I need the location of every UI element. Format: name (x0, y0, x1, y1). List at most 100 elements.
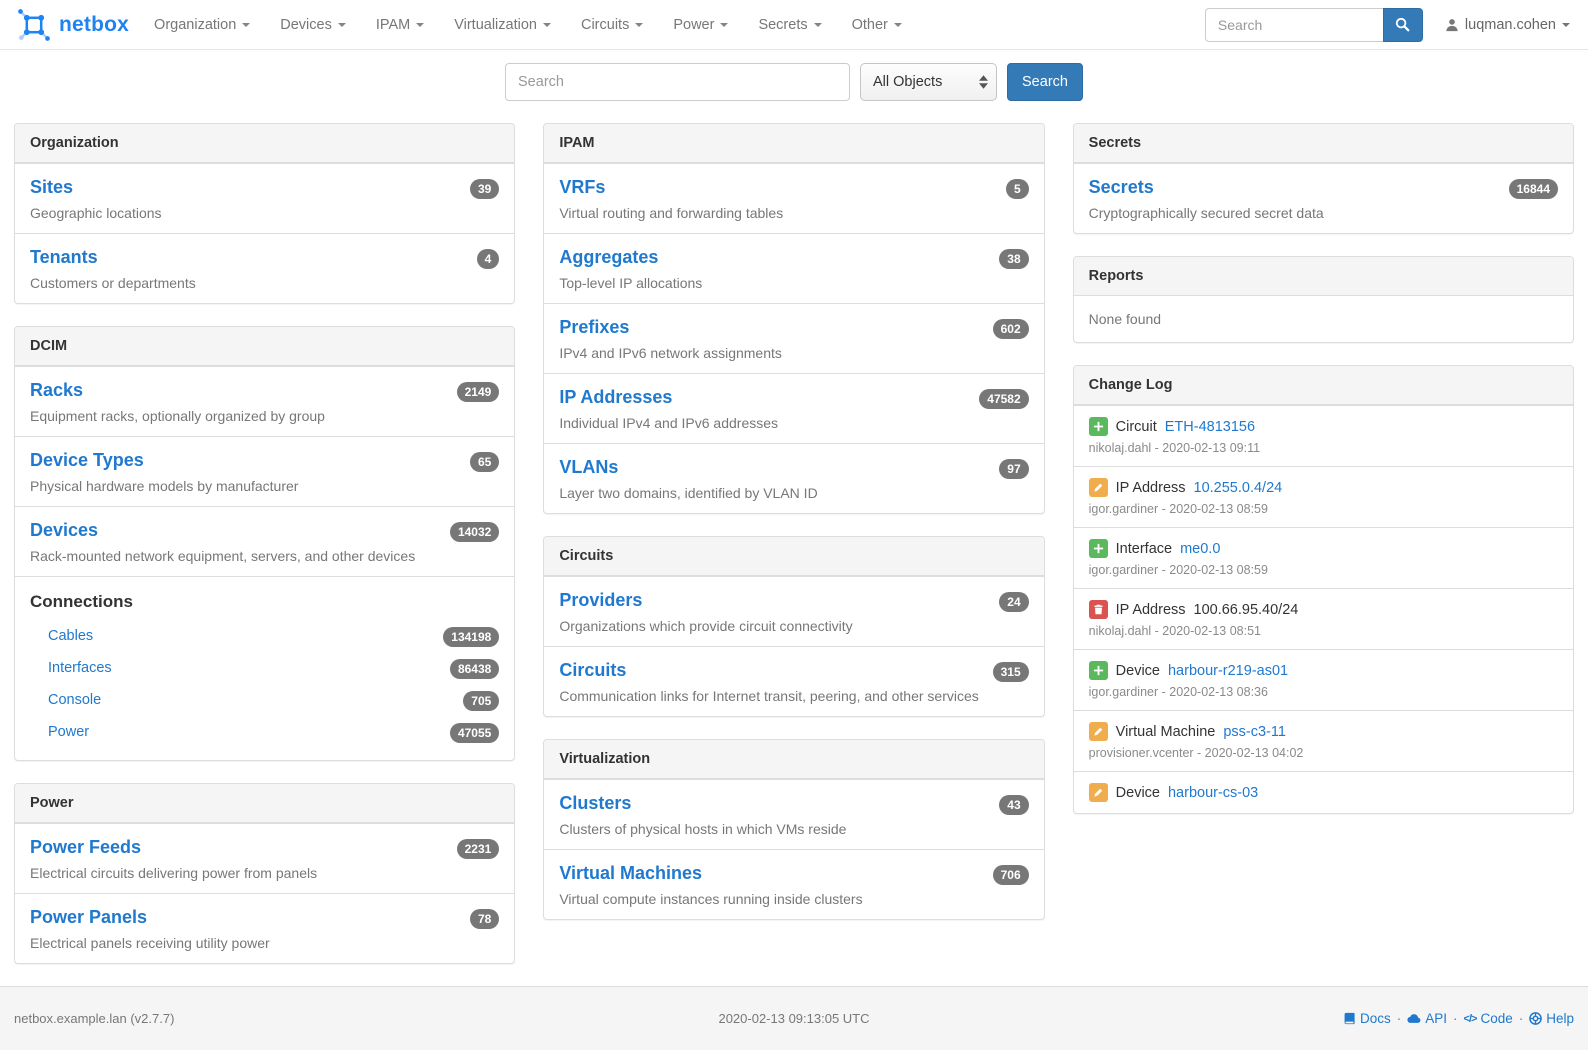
count-badge: 2149 (457, 382, 500, 402)
count-badge: 14032 (450, 522, 499, 542)
object-link[interactable]: ETH-4813156 (1165, 419, 1255, 435)
changelog-entry: IP Address 100.66.95.40/24 nikolaj.dahl … (1074, 588, 1573, 649)
power-feeds-link[interactable]: Power Feeds (30, 837, 141, 859)
virtual-machines-link[interactable]: Virtual Machines (559, 863, 702, 885)
life-ring-icon (1529, 1012, 1542, 1025)
entry-meta: nikolaj.dahl - 2020-02-13 08:51 (1089, 624, 1558, 638)
menu-secrets[interactable]: Secrets (743, 0, 836, 49)
object-link[interactable]: me0.0 (1180, 541, 1220, 557)
menu-organization[interactable]: Organization (139, 0, 265, 49)
pencil-icon (1089, 722, 1108, 741)
count-badge: 97 (999, 459, 1028, 479)
object-link[interactable]: harbour-r219-as01 (1168, 663, 1288, 679)
providers-link[interactable]: Providers (559, 590, 642, 612)
sites-link[interactable]: Sites (30, 177, 73, 199)
list-item-vlans: VLANs 97 Layer two domains, identified b… (544, 443, 1043, 513)
vlans-link[interactable]: VLANs (559, 457, 618, 479)
changelog-entry: Device harbour-r219-as01 igor.gardiner -… (1074, 649, 1573, 710)
item-description: Clusters of physical hosts in which VMs … (559, 821, 1028, 837)
count-badge: 47055 (450, 723, 499, 743)
power-connections-link[interactable]: Power (48, 724, 89, 740)
circuits-link[interactable]: Circuits (559, 660, 626, 682)
navbar-search-form (1205, 8, 1423, 42)
user-menu[interactable]: luqman.cohen (1445, 17, 1576, 33)
docs-link[interactable]: Docs (1343, 1011, 1391, 1026)
panel-title: IPAM (544, 124, 1043, 163)
panel-title: Reports (1074, 257, 1573, 296)
menu-power[interactable]: Power (658, 0, 743, 49)
trash-icon (1089, 600, 1108, 619)
panel-title: Secrets (1074, 124, 1573, 163)
list-item-secrets: Secrets 16844 Cryptographically secured … (1074, 163, 1573, 233)
navbar-search-input[interactable] (1205, 8, 1383, 42)
object-link[interactable]: harbour-cs-03 (1168, 785, 1258, 801)
object-link[interactable]: pss-c3-11 (1223, 724, 1286, 740)
console-link[interactable]: Console (48, 692, 101, 708)
menu-circuits[interactable]: Circuits (566, 0, 658, 49)
item-description: Rack-mounted network equipment, servers,… (30, 548, 499, 564)
panel-secrets: Secrets Secrets 16844 Cryptographically … (1073, 123, 1574, 234)
caret-down-icon (1562, 23, 1570, 27)
aggregates-link[interactable]: Aggregates (559, 247, 658, 269)
global-search-button[interactable]: Search (1007, 63, 1083, 101)
tenants-link[interactable]: Tenants (30, 247, 98, 269)
count-badge: 38 (999, 249, 1028, 269)
clusters-link[interactable]: Clusters (559, 793, 631, 815)
menu-virtualization[interactable]: Virtualization (439, 0, 566, 49)
list-item-aggregates: Aggregates 38 Top-level IP allocations (544, 233, 1043, 303)
menu-ipam[interactable]: IPAM (361, 0, 439, 49)
item-description: Customers or departments (30, 275, 499, 291)
power-panels-link[interactable]: Power Panels (30, 907, 147, 929)
cables-link[interactable]: Cables (48, 628, 93, 644)
cloud-icon (1407, 1013, 1421, 1024)
search-icon (1395, 17, 1410, 32)
connections-heading: Connections (30, 592, 499, 612)
list-item-tenants: Tenants 4 Customers or departments (15, 233, 514, 303)
code-link[interactable]: </> Code (1464, 1011, 1513, 1026)
devices-link[interactable]: Devices (30, 520, 98, 542)
count-badge: 86438 (450, 659, 499, 679)
interfaces-link[interactable]: Interfaces (48, 660, 112, 676)
item-description: Electrical panels receiving utility powe… (30, 935, 499, 951)
caret-down-icon (242, 23, 250, 27)
connection-row-console: Console 705 (30, 684, 499, 716)
navbar-search-button[interactable] (1383, 8, 1423, 42)
column-right: Secrets Secrets 16844 Cryptographically … (1073, 123, 1574, 836)
search-scope-select[interactable]: All Objects (860, 63, 997, 101)
changelog-entry: Interface me0.0 igor.gardiner - 2020-02-… (1074, 527, 1573, 588)
prefixes-link[interactable]: Prefixes (559, 317, 629, 339)
separator: · (1453, 1011, 1458, 1026)
item-description: Virtual routing and forwarding tables (559, 205, 1028, 221)
entry-meta: igor.gardiner - 2020-02-13 08:59 (1089, 502, 1558, 516)
help-link[interactable]: Help (1529, 1011, 1574, 1026)
footer-hostname-version: netbox.example.lan (v2.7.7) (14, 1011, 718, 1026)
ip-addresses-link[interactable]: IP Addresses (559, 387, 672, 409)
vrfs-link[interactable]: VRFs (559, 177, 605, 199)
panel-organization: Organization Sites 39 Geographic locatio… (14, 123, 515, 304)
racks-link[interactable]: Racks (30, 380, 83, 402)
entry-meta: nikolaj.dahl - 2020-02-13 09:11 (1089, 441, 1558, 455)
plus-icon (1089, 539, 1108, 558)
column-left: Organization Sites 39 Geographic locatio… (14, 123, 515, 986)
list-item-virtual-machines: Virtual Machines 706 Virtual compute ins… (544, 849, 1043, 919)
book-icon (1343, 1012, 1356, 1025)
secrets-link[interactable]: Secrets (1089, 177, 1154, 199)
api-link[interactable]: API (1407, 1011, 1447, 1026)
menu-other[interactable]: Other (837, 0, 917, 49)
object-link[interactable]: 10.255.0.4/24 (1194, 480, 1283, 496)
object-type: IP Address (1116, 480, 1186, 496)
footer-timestamp: 2020-02-13 09:13:05 UTC (718, 1011, 869, 1026)
device-types-link[interactable]: Device Types (30, 450, 144, 472)
count-badge: 65 (470, 452, 499, 472)
top-navbar: netbox Organization Devices IPAM Virtual… (0, 0, 1588, 50)
list-item-providers: Providers 24 Organizations which provide… (544, 576, 1043, 646)
count-badge: 43 (999, 795, 1028, 815)
count-badge: 78 (470, 909, 499, 929)
list-item-racks: Racks 2149 Equipment racks, optionally o… (15, 366, 514, 436)
netbox-brand[interactable]: netbox (12, 7, 139, 43)
user-name: luqman.cohen (1465, 17, 1556, 33)
object-label: 100.66.95.40/24 (1194, 602, 1299, 618)
main-menu: Organization Devices IPAM Virtualization… (139, 0, 917, 49)
global-search-input[interactable] (505, 63, 850, 101)
menu-devices[interactable]: Devices (265, 0, 361, 49)
